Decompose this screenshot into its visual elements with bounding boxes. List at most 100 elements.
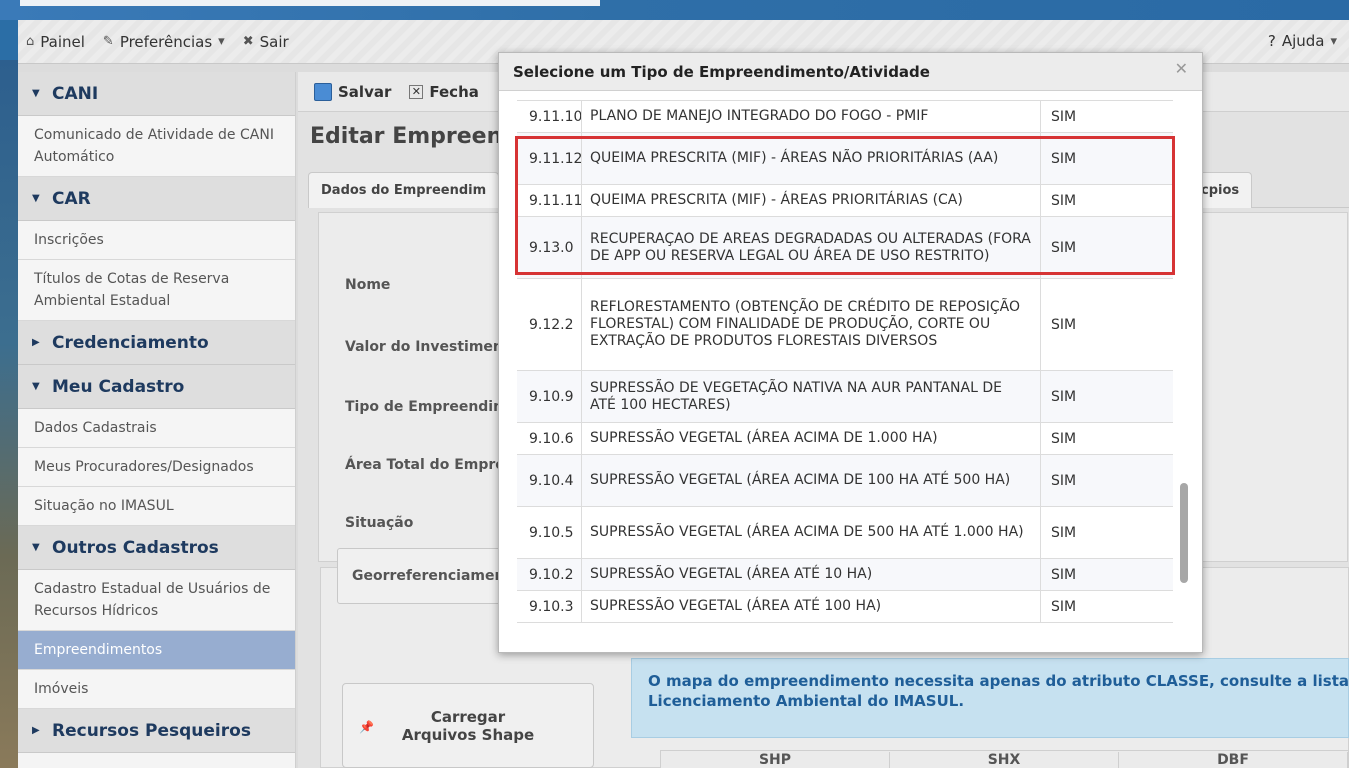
home-icon: ⌂ bbox=[26, 34, 35, 49]
top-strip bbox=[0, 0, 1349, 20]
row-flag: SIM bbox=[1051, 316, 1077, 333]
file-header-shp: SHP bbox=[661, 752, 890, 768]
modal-close-icon[interactable]: ✕ bbox=[1175, 59, 1188, 78]
row-flag: SIM bbox=[1051, 108, 1077, 125]
file-header-row: SHP SHX DBF bbox=[660, 750, 1349, 768]
sidebar-group-outros-cadastros[interactable]: ▼ Outros Cadastros bbox=[18, 526, 295, 570]
sidebar-item-empreendimentos[interactable]: Empreendimentos bbox=[18, 631, 295, 670]
sidebar-item-imoveis[interactable]: Imóveis bbox=[18, 670, 295, 709]
close-button[interactable]: ✕ Fecha bbox=[409, 83, 479, 101]
sidebar-item-situacao[interactable]: Situação no IMASUL bbox=[18, 487, 295, 526]
left-edge-background bbox=[0, 60, 18, 768]
help-menu[interactable]: ? Ajuda ▾ bbox=[1268, 32, 1337, 50]
sidebar-group-title: Meu Cadastro bbox=[52, 376, 185, 397]
sidebar-item-titulos[interactable]: Títulos de Cotas de Reserva Ambiental Es… bbox=[18, 260, 295, 321]
table-row[interactable]: 9.10.9 SUPRESSÃO DE VEGETAÇÃO NATIVA NA A… bbox=[517, 371, 1173, 423]
chevron-down-icon: ▼ bbox=[32, 381, 40, 392]
row-description: PLANO DE MANEJO INTEGRADO DO FOGO - PMIF bbox=[581, 101, 1041, 132]
info-line-1: O mapa do empreendimento necessita apena… bbox=[648, 672, 1349, 690]
row-description: SUPRESSÃO VEGETAL (ÁREA ACIMA DE 100 HA … bbox=[581, 455, 1041, 506]
field-label-valor: Valor do Investimen bbox=[345, 339, 503, 355]
row-description: REFLORESTAMENTO (OBTENÇÃO DE CRÉDITO DE … bbox=[581, 279, 1041, 370]
row-code: 9.10.3 bbox=[529, 598, 574, 615]
georeferencing-tab[interactable]: Georreferenciament bbox=[337, 548, 511, 604]
close-label: Fecha bbox=[429, 82, 479, 101]
sidebar-item-inscricoes[interactable]: Inscrições bbox=[18, 221, 295, 260]
table-row[interactable]: 9.10.2 SUPRESSÃO VEGETAL (ÁREA ATÉ 10 HA)… bbox=[517, 559, 1173, 591]
nav-sair[interactable]: ✖ Sair bbox=[243, 33, 289, 51]
row-flag: SIM bbox=[1051, 472, 1077, 489]
activity-type-modal: Selecione um Tipo de Empreendimento/Ativ… bbox=[498, 52, 1203, 653]
row-code: 9.10.9 bbox=[529, 388, 574, 405]
table-row[interactable]: 9.10.3 SUPRESSÃO VEGETAL (ÁREA ATÉ 100 HA… bbox=[517, 591, 1173, 623]
field-label-tipo: Tipo de Empreendim bbox=[345, 399, 508, 415]
sidebar-group-credenciamento[interactable]: ▶ Credenciamento bbox=[18, 321, 295, 365]
modal-header: Selecione um Tipo de Empreendimento/Ativ… bbox=[499, 53, 1202, 91]
row-code: 9.10.5 bbox=[529, 524, 574, 541]
field-label-area: Área Total do Empre bbox=[345, 457, 505, 473]
upload-shape-button[interactable]: 📌 Carregar Arquivos Shape bbox=[342, 683, 594, 768]
nav-painel[interactable]: ⌂ Painel bbox=[26, 33, 85, 51]
row-flag: SIM bbox=[1051, 566, 1077, 583]
nav-painel-label: Painel bbox=[40, 32, 85, 51]
pin-icon: 📌 bbox=[359, 720, 374, 734]
file-header-shx: SHX bbox=[890, 752, 1119, 768]
sidebar-group-recursos-pesqueiros[interactable]: ▶ Recursos Pesqueiros bbox=[18, 709, 295, 753]
sidebar-group-meu-cadastro[interactable]: ▼ Meu Cadastro bbox=[18, 365, 295, 409]
row-description: SUPRESSÃO VEGETAL (ÁREA ACIMA DE 1.000 H… bbox=[581, 423, 1041, 454]
row-code: 9.12.2 bbox=[529, 316, 574, 333]
sidebar-group-cani[interactable]: ▼ CANI bbox=[18, 72, 295, 116]
modal-scrollbar[interactable] bbox=[1178, 91, 1190, 653]
chevron-right-icon: ▶ bbox=[32, 725, 40, 736]
sidebar-group-title: Credenciamento bbox=[52, 332, 209, 353]
chevron-down-icon: ▼ bbox=[32, 88, 40, 99]
table-row[interactable]: 9.10.6 SUPRESSÃO VEGETAL (ÁREA ACIMA DE 1… bbox=[517, 423, 1173, 455]
upload-shape-label: Carregar Arquivos Shape bbox=[401, 707, 535, 744]
tab-dados-empreendimento[interactable]: Dados do Empreendim bbox=[308, 172, 500, 208]
nav-preferencias[interactable]: ✎ Preferências ▾ bbox=[103, 33, 225, 51]
table-row[interactable]: 9.11.10 PLANO DE MANEJO INTEGRADO DO FOGO… bbox=[517, 101, 1173, 133]
floppy-icon bbox=[314, 82, 332, 101]
nav-sair-label: Sair bbox=[259, 32, 289, 51]
table-row[interactable]: 9.10.5 SUPRESSÃO VEGETAL (ÁREA ACIMA DE 5… bbox=[517, 507, 1173, 559]
chevron-right-icon: ▶ bbox=[32, 337, 40, 348]
field-label-situacao: Situação bbox=[345, 515, 414, 531]
sidebar-group-car[interactable]: ▼ CAR bbox=[18, 177, 295, 221]
sidebar-item-procuradores[interactable]: Meus Procuradores/Designados bbox=[18, 448, 295, 487]
info-message: O mapa do empreendimento necessita apena… bbox=[631, 658, 1349, 738]
close-icon: ✕ bbox=[409, 84, 424, 99]
row-flag: SIM bbox=[1051, 430, 1077, 447]
row-description: SUPRESSÃO VEGETAL (ÁREA ATÉ 100 HA) bbox=[581, 591, 1041, 622]
save-button[interactable]: Salvar bbox=[314, 82, 392, 101]
wrench-icon: ✎ bbox=[102, 34, 114, 49]
row-description: SUPRESSÃO DE VEGETAÇÃO NATIVA NA AUR PAN… bbox=[581, 371, 1041, 422]
chevron-down-icon: ▼ bbox=[32, 193, 40, 204]
brand-bar bbox=[20, 0, 600, 6]
nav-preferencias-label: Preferências bbox=[119, 32, 213, 51]
page-title: Editar Empreend bbox=[310, 124, 518, 149]
row-description: SUPRESSÃO VEGETAL (ÁREA ACIMA DE 500 HA … bbox=[581, 507, 1041, 558]
table-row[interactable]: 9.10.4 SUPRESSÃO VEGETAL (ÁREA ACIMA DE 1… bbox=[517, 455, 1173, 507]
row-flag: SIM bbox=[1051, 388, 1077, 405]
sidebar-group-title: CAR bbox=[52, 188, 91, 209]
sidebar-item-cani-automatico[interactable]: Comunicado de Atividade de CANI Automáti… bbox=[18, 116, 295, 177]
modal-body: 9.11.10 PLANO DE MANEJO INTEGRADO DO FOGO… bbox=[499, 91, 1204, 653]
row-code: 9.10.6 bbox=[529, 430, 574, 447]
help-label: Ajuda bbox=[1281, 32, 1325, 50]
sidebar-item-recursos-hidricos[interactable]: Cadastro Estadual de Usuários de Recurso… bbox=[18, 570, 295, 631]
row-code: 9.11.10 bbox=[529, 108, 583, 125]
save-label: Salvar bbox=[338, 82, 392, 101]
sidebar-item-dados-cadastrais[interactable]: Dados Cadastrais bbox=[18, 409, 295, 448]
sidebar-group-title: CANI bbox=[52, 83, 99, 104]
row-code: 9.10.4 bbox=[529, 472, 574, 489]
info-line-2: Licenciamento Ambiental do IMASUL. bbox=[648, 692, 965, 710]
table-row[interactable]: 9.12.2 REFLORESTAMENTO (OBTENÇÃO DE CRÉDI… bbox=[517, 279, 1173, 371]
row-description: SUPRESSÃO VEGETAL (ÁREA ATÉ 10 HA) bbox=[581, 559, 1041, 590]
scroll-thumb[interactable] bbox=[1180, 483, 1188, 583]
sidebar-group-title: Outros Cadastros bbox=[52, 537, 219, 558]
sidebar-group-title: Recursos Pesqueiros bbox=[52, 720, 251, 741]
row-flag: SIM bbox=[1051, 598, 1077, 615]
caret-down-icon: ▾ bbox=[218, 34, 225, 49]
highlight-box bbox=[515, 136, 1175, 275]
sidebar: ▼ CANI Comunicado de Atividade de CANI Au… bbox=[18, 72, 296, 768]
